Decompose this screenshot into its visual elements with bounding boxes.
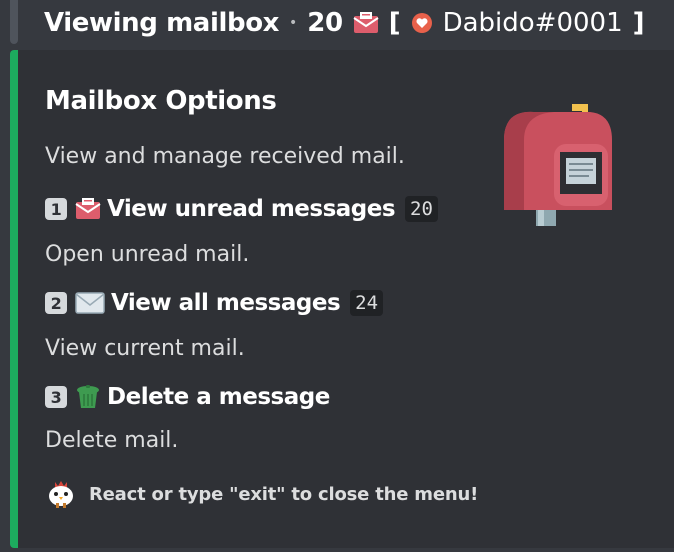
unread-mail-icon xyxy=(353,11,379,35)
unread-mail-icon xyxy=(75,197,101,221)
keycap-2-icon: 2 xyxy=(45,292,67,314)
header-unread-count: 20 xyxy=(307,8,343,38)
embed-accent-bar xyxy=(10,50,18,548)
option-subtext: Delete mail. xyxy=(45,428,179,453)
message-header: Viewing mailbox • 20 [ Dabido#0001 ] xyxy=(0,0,674,44)
header-title: Viewing mailbox xyxy=(44,8,280,38)
header-username[interactable]: Dabido#0001 xyxy=(443,8,623,38)
option-label: View all messages xyxy=(111,290,341,316)
keycap-3-icon: 3 xyxy=(45,386,67,408)
header-bracket-close: ] xyxy=(632,8,645,38)
option-count: 20 xyxy=(405,196,438,222)
heart-icon xyxy=(411,12,433,34)
mailbox-icon xyxy=(494,100,614,230)
option-view-unread: 1 View unread messages 20 xyxy=(45,196,438,222)
option-subtext: View current mail. xyxy=(45,336,245,361)
option-subtext: Open unread mail. xyxy=(45,242,250,267)
footer-text: React or type "exit" to close the menu! xyxy=(89,483,479,505)
mailbox-embed: Mailbox Options View and manage received… xyxy=(10,50,674,548)
option-count: 24 xyxy=(350,290,384,316)
header-bracket-open: [ xyxy=(388,8,401,38)
option-delete: 3 Delete a message xyxy=(45,384,330,410)
trash-can-icon xyxy=(75,384,101,410)
embed-title: Mailbox Options xyxy=(45,86,277,116)
option-view-all: 2 View all messages 24 xyxy=(45,290,384,316)
keycap-1-icon: 1 xyxy=(45,198,67,220)
header-line: Viewing mailbox • 20 [ Dabido#0001 ] xyxy=(44,3,645,43)
embed-description: View and manage received mail. xyxy=(45,144,405,169)
envelope-icon xyxy=(75,292,105,314)
embed-footer: React or type "exit" to close the menu! xyxy=(45,478,478,510)
option-label: Delete a message xyxy=(107,384,330,410)
header-separator: • xyxy=(289,15,298,31)
chicken-icon xyxy=(45,478,77,510)
reply-bar xyxy=(10,0,18,44)
option-label: View unread messages xyxy=(107,196,396,222)
